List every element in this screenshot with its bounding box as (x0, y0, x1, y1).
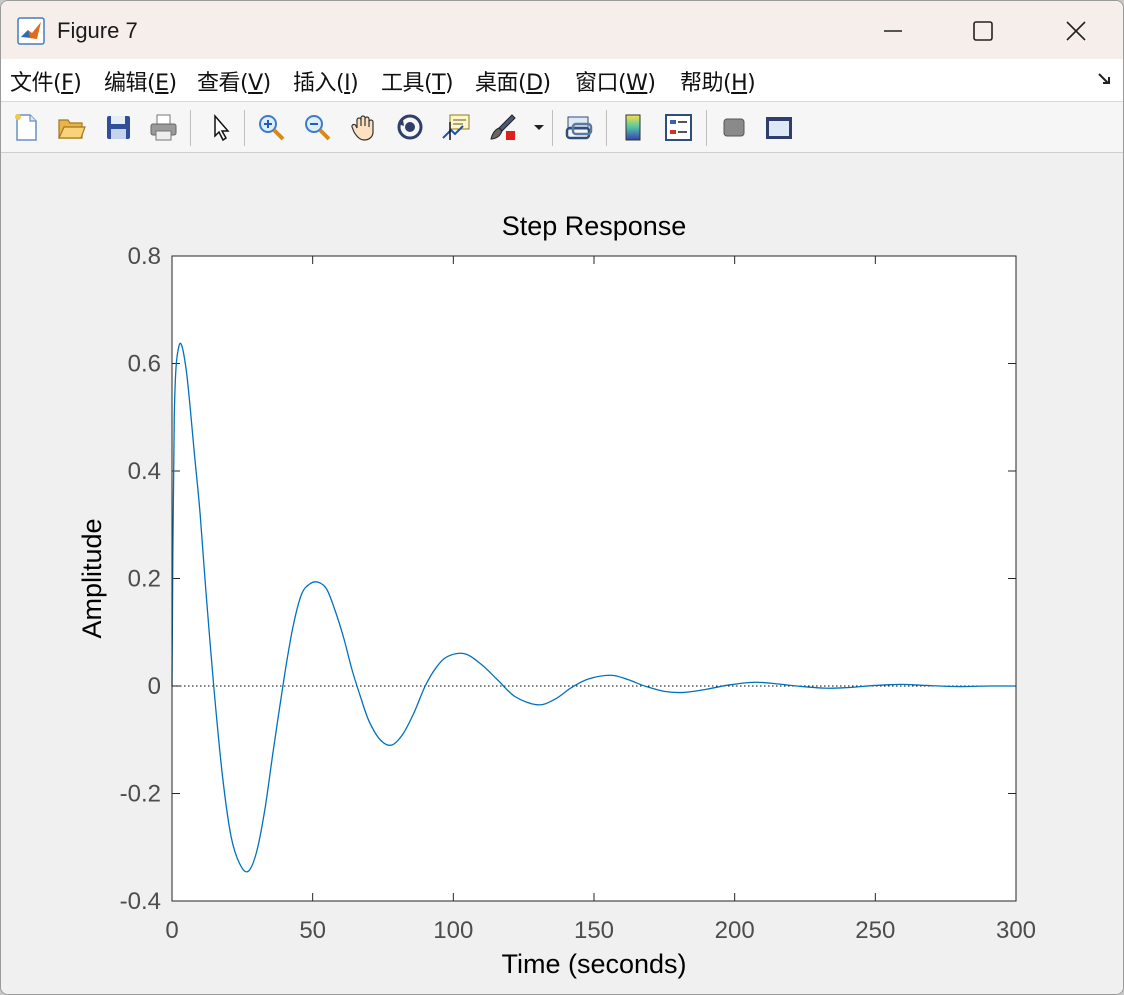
save-icon (107, 116, 130, 139)
maximize-icon (973, 21, 993, 41)
toolbar-separator (706, 110, 707, 146)
title-bar[interactable]: Figure 7 (1, 1, 1123, 59)
save-button[interactable] (100, 109, 136, 145)
menu-desktop[interactable]: 桌面(D) (475, 65, 551, 97)
x-tick-label: 300 (996, 917, 1036, 944)
brush-dropdown-icon (534, 125, 544, 130)
x-tick-label: 100 (433, 917, 473, 944)
data-cursor-button[interactable] (438, 109, 474, 145)
pan-hand-icon (351, 115, 374, 141)
close-icon (1066, 21, 1086, 41)
y-tick-label: 0.8 (128, 243, 161, 270)
edit-plot-button[interactable] (202, 109, 238, 145)
rotate-3d-icon (397, 114, 423, 140)
zoom-in-icon (259, 115, 285, 141)
matlab-logo-icon (17, 17, 45, 45)
x-tick-label: 250 (855, 917, 895, 944)
axes-background (172, 256, 1016, 901)
legend-button[interactable] (660, 109, 696, 145)
legend-icon (665, 114, 692, 141)
maximize-button[interactable] (959, 11, 1007, 51)
minimize-button[interactable] (869, 11, 917, 51)
x-tick-label: 200 (715, 917, 755, 944)
y-tick-label: 0.6 (128, 351, 161, 378)
menu-bar: 文件(F) 编辑(E) 查看(V) 插入(I) 工具(T) 桌面(D) 窗口(W… (1, 59, 1123, 102)
close-button[interactable] (1052, 11, 1100, 51)
menu-view[interactable]: 查看(V) (197, 65, 271, 97)
colorbar-button[interactable] (615, 109, 651, 145)
figure-toolbar (1, 102, 1123, 153)
y-tick-label: 0.2 (128, 566, 161, 593)
toolbar-separator (606, 110, 607, 146)
print-button[interactable] (145, 109, 181, 145)
dock-arrow-icon[interactable] (1095, 69, 1115, 89)
show-plot-tools-icon (766, 117, 792, 139)
window-title: Figure 7 (57, 18, 138, 43)
zoom-out-button[interactable] (299, 109, 335, 145)
menu-window[interactable]: 窗口(W) (575, 65, 656, 97)
brush-icon (490, 114, 516, 140)
y-tick-label: 0.4 (128, 458, 161, 485)
y-tick-label: -0.2 (120, 781, 161, 808)
y-axis-label: Amplitude (77, 518, 107, 638)
y-tick-label: 0 (148, 673, 161, 700)
figure-window: Figure 7 文件(F) 编辑(E) 查看(V) 插入(I) 工具(T) 桌… (0, 0, 1124, 995)
menu-file[interactable]: 文件(F) (10, 65, 82, 97)
new-figure-button[interactable] (8, 109, 44, 145)
hide-plot-tools-icon (723, 118, 745, 137)
rotate-3d-button[interactable] (392, 109, 428, 145)
menu-help[interactable]: 帮助(H) (680, 65, 756, 97)
y-tick-label: -0.4 (120, 888, 161, 915)
x-tick-label: 150 (574, 917, 614, 944)
data-cursor-icon (442, 114, 470, 140)
x-axis-label: Time (seconds) (501, 949, 686, 979)
zoom-in-button[interactable] (253, 109, 289, 145)
menu-insert[interactable]: 插入(I) (293, 65, 359, 97)
plot-title: Step Response (502, 211, 687, 241)
toolbar-separator (190, 110, 191, 146)
link-plot-icon (565, 116, 593, 140)
minimize-icon (884, 30, 902, 32)
hide-plot-tools-button[interactable] (715, 109, 751, 145)
link-plot-button[interactable] (560, 109, 596, 145)
pointer-icon (214, 113, 230, 142)
menu-edit[interactable]: 编辑(E) (104, 65, 177, 97)
colorbar-icon (625, 114, 641, 141)
toolbar-separator (244, 110, 245, 146)
step-response-plot[interactable]: 0 50 100 150 200 250 300-0.4-0.200.20.40.60.8 … (1, 153, 1123, 994)
brush-button[interactable] (485, 109, 521, 145)
menu-tools[interactable]: 工具(T) (381, 65, 454, 97)
x-tick-label: 50 (299, 917, 326, 944)
brush-dropdown-button[interactable] (529, 109, 549, 145)
x-tick-label: 0 (165, 917, 178, 944)
figure-canvas: 0 50 100 150 200 250 300 -0.4 -0.2 0 0.2 0.4 0.6 0.8 … (1, 153, 1123, 994)
show-plot-tools-button[interactable] (760, 109, 796, 145)
print-icon (150, 114, 177, 141)
new-figure-icon (15, 114, 37, 141)
open-file-icon (58, 119, 86, 139)
pan-button[interactable] (346, 109, 382, 145)
toolbar-separator (552, 110, 553, 146)
zoom-out-icon (305, 115, 331, 141)
open-file-button[interactable] (53, 109, 89, 145)
